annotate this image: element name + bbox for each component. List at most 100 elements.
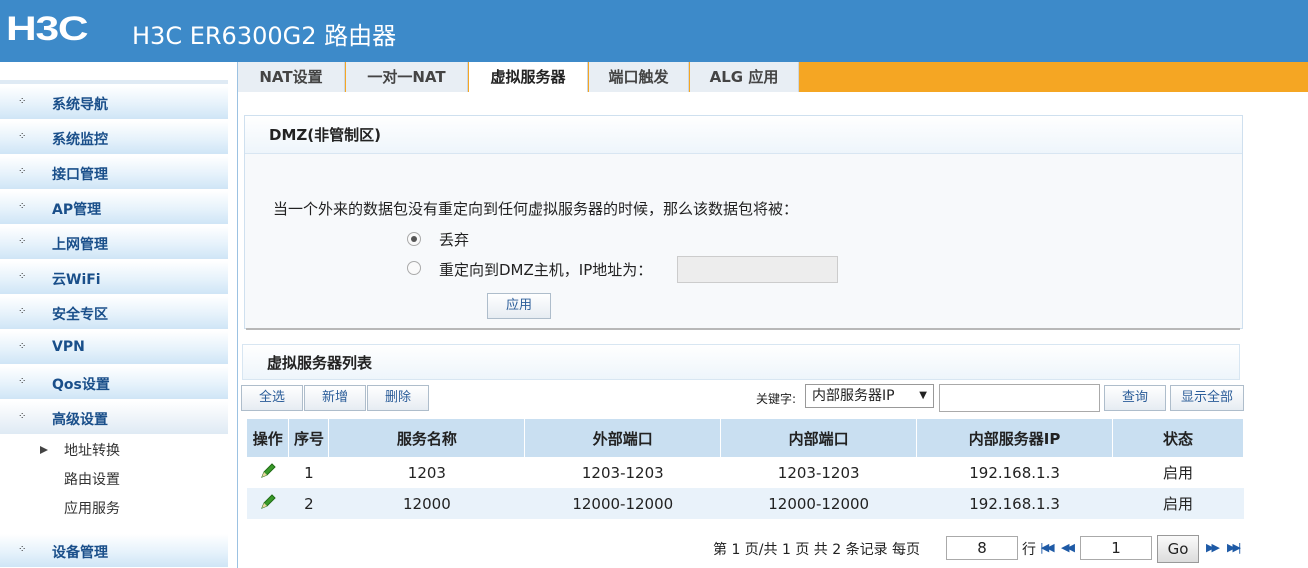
menu-label: AP管理 <box>52 202 102 218</box>
col-action: 操作 <box>247 419 290 457</box>
menu-label: 安全专区 <box>52 307 108 323</box>
row-internal-ip: 192.168.1.3 <box>916 457 1113 488</box>
tab-port-trigger[interactable]: 端口触发 <box>589 62 689 92</box>
menu-label: 系统导航 <box>52 97 108 113</box>
go-button[interactable]: Go <box>1157 535 1199 563</box>
menu-label: VPN <box>52 339 85 355</box>
add-button[interactable]: 新增 <box>304 385 366 411</box>
current-arrow-icon <box>40 446 48 454</box>
keyword-label: 关键字: <box>756 392 797 406</box>
row-external-port: 12000-12000 <box>524 488 721 519</box>
query-button[interactable]: 查询 <box>1104 385 1166 411</box>
router-title: H3C ER6300G2 路由器 <box>132 22 397 50</box>
page-number-input[interactable]: 1 <box>1080 536 1152 560</box>
col-internal-ip: 内部服务器IP <box>916 419 1114 457</box>
col-external-port: 外部端口 <box>524 419 722 457</box>
select-all-button[interactable]: 全选 <box>241 385 303 411</box>
top-banner: H3C H3C ER6300G2 路由器 <box>0 0 1308 62</box>
table-row: 2 12000 12000-12000 12000-12000 192.168.… <box>247 488 1244 519</box>
row-internal-port: 12000-12000 <box>720 488 917 519</box>
discard-radio[interactable] <box>407 232 421 246</box>
col-internal-port: 内部端口 <box>720 419 918 457</box>
dmz-ip-input[interactable] <box>677 256 838 283</box>
section-divider <box>246 328 1240 330</box>
row-internal-ip: 192.168.1.3 <box>916 488 1113 519</box>
menu-bullet-icon: ⁘ <box>18 96 27 107</box>
menu-bullet-icon: ⁘ <box>18 306 27 317</box>
tab-bar: NAT设置 一对一NAT 虚拟服务器 端口触发 ALG 应用 <box>238 62 1308 92</box>
edit-cell <box>247 488 289 519</box>
next-page-icon[interactable]: ▶▶ <box>1206 541 1220 554</box>
dmz-title: DMZ(非管制区) <box>245 116 1242 154</box>
show-all-button[interactable]: 显示全部 <box>1170 385 1244 411</box>
menu-label: 设备管理 <box>52 545 108 561</box>
menu-expanded-icon: ⁘ <box>18 411 27 422</box>
search-input[interactable] <box>939 384 1100 412</box>
delete-button[interactable]: 删除 <box>367 385 429 411</box>
menu-label: 高级设置 <box>52 412 108 428</box>
dmz-panel: DMZ(非管制区) 当一个外来的数据包没有重定向到任何虚拟服务器的时候，那么该数… <box>244 115 1243 329</box>
edit-pencil-icon[interactable] <box>259 462 277 480</box>
menu-bullet-icon: ⁘ <box>18 376 27 387</box>
row-service-name: 12000 <box>328 488 525 519</box>
menu-item-qos[interactable]: ⁘ Qos设置 <box>0 366 228 400</box>
menu-bullet-icon: ⁘ <box>18 131 27 142</box>
last-page-icon[interactable]: ▶▶| <box>1227 541 1242 554</box>
menu-item-vpn[interactable]: ⁘ VPN <box>0 331 228 365</box>
menu-bullet-icon: ⁘ <box>18 544 27 555</box>
row-service-name: 1203 <box>328 457 525 488</box>
list-title: 虚拟服务器列表 <box>242 344 1240 380</box>
edit-pencil-icon[interactable] <box>259 493 277 511</box>
row-index: 2 <box>288 488 329 519</box>
menu-label: Qos设置 <box>52 377 110 393</box>
prev-page-icon[interactable]: ◀◀ <box>1061 541 1075 554</box>
row-status: 启用 <box>1112 488 1244 519</box>
row-internal-port: 1203-1203 <box>720 457 917 488</box>
menu-item-advanced[interactable]: ⁘ 高级设置 <box>0 401 228 435</box>
virtual-server-table: 操作 序号 服务名称 外部端口 内部端口 内部服务器IP 状态 1 1203 1… <box>247 419 1244 519</box>
menu-bullet-icon: ⁘ <box>18 166 27 177</box>
tab-alg[interactable]: ALG 应用 <box>690 62 799 92</box>
row-index: 1 <box>288 457 329 488</box>
table-row: 1 1203 1203-1203 1203-1203 192.168.1.3 启… <box>247 457 1244 488</box>
menu-divider <box>0 80 228 84</box>
keyword-select[interactable]: 内部服务器IP ▼ <box>805 384 934 408</box>
tab-nat[interactable]: NAT设置 <box>238 62 345 92</box>
dmz-description: 当一个外来的数据包没有重定向到任何虚拟服务器的时候，那么该数据包将被： <box>273 200 799 218</box>
row-external-port: 1203-1203 <box>524 457 721 488</box>
menu-item-internet[interactable]: ⁘ 上网管理 <box>0 226 228 260</box>
redirect-label: 重定向到DMZ主机，IP地址为： <box>439 261 653 279</box>
submenu-app-service[interactable]: 应用服务 <box>64 498 120 518</box>
tab-virtual-server[interactable]: 虚拟服务器 <box>469 62 588 92</box>
discard-label: 丢弃 <box>439 231 470 249</box>
menu-item-ap[interactable]: ⁘ AP管理 <box>0 191 228 225</box>
per-page-input[interactable]: 8 <box>946 536 1018 560</box>
menu-item-system-nav[interactable]: ⁘ 系统导航 <box>0 86 228 120</box>
tab-one-to-one-nat[interactable]: 一对一NAT <box>346 62 468 92</box>
menu-item-device[interactable]: ⁘ 设备管理 <box>0 534 228 568</box>
menu-item-interface[interactable]: ⁘ 接口管理 <box>0 156 228 190</box>
submenu-address-translation[interactable]: 地址转换 <box>64 440 120 460</box>
menu-label: 云WiFi <box>52 272 101 288</box>
menu-bullet-icon: ⁘ <box>18 201 27 212</box>
menu-item-cloud-wifi[interactable]: ⁘ 云WiFi <box>0 261 228 295</box>
submenu-routing[interactable]: 路由设置 <box>64 469 120 489</box>
menu-item-system-monitor[interactable]: ⁘ 系统监控 <box>0 121 228 155</box>
menu-bullet-icon: ⁘ <box>18 271 27 282</box>
menu-bullet-icon: ⁘ <box>18 341 27 352</box>
col-index: 序号 <box>288 419 330 457</box>
apply-button[interactable]: 应用 <box>487 293 551 319</box>
edit-cell <box>247 457 289 488</box>
menu-label: 接口管理 <box>52 167 108 183</box>
keyword-select-value: 内部服务器IP <box>812 388 895 404</box>
dropdown-arrow-icon: ▼ <box>919 390 927 401</box>
menu-label: 系统监控 <box>52 132 108 148</box>
redirect-radio[interactable] <box>407 261 421 275</box>
menu-bullet-icon: ⁘ <box>18 236 27 247</box>
col-status: 状态 <box>1112 419 1244 457</box>
row-status: 启用 <box>1112 457 1244 488</box>
menu-label: 上网管理 <box>52 237 108 253</box>
rows-unit-label: 行 <box>1022 542 1036 558</box>
first-page-icon[interactable]: |◀◀ <box>1040 541 1055 554</box>
menu-item-security[interactable]: ⁘ 安全专区 <box>0 296 228 330</box>
